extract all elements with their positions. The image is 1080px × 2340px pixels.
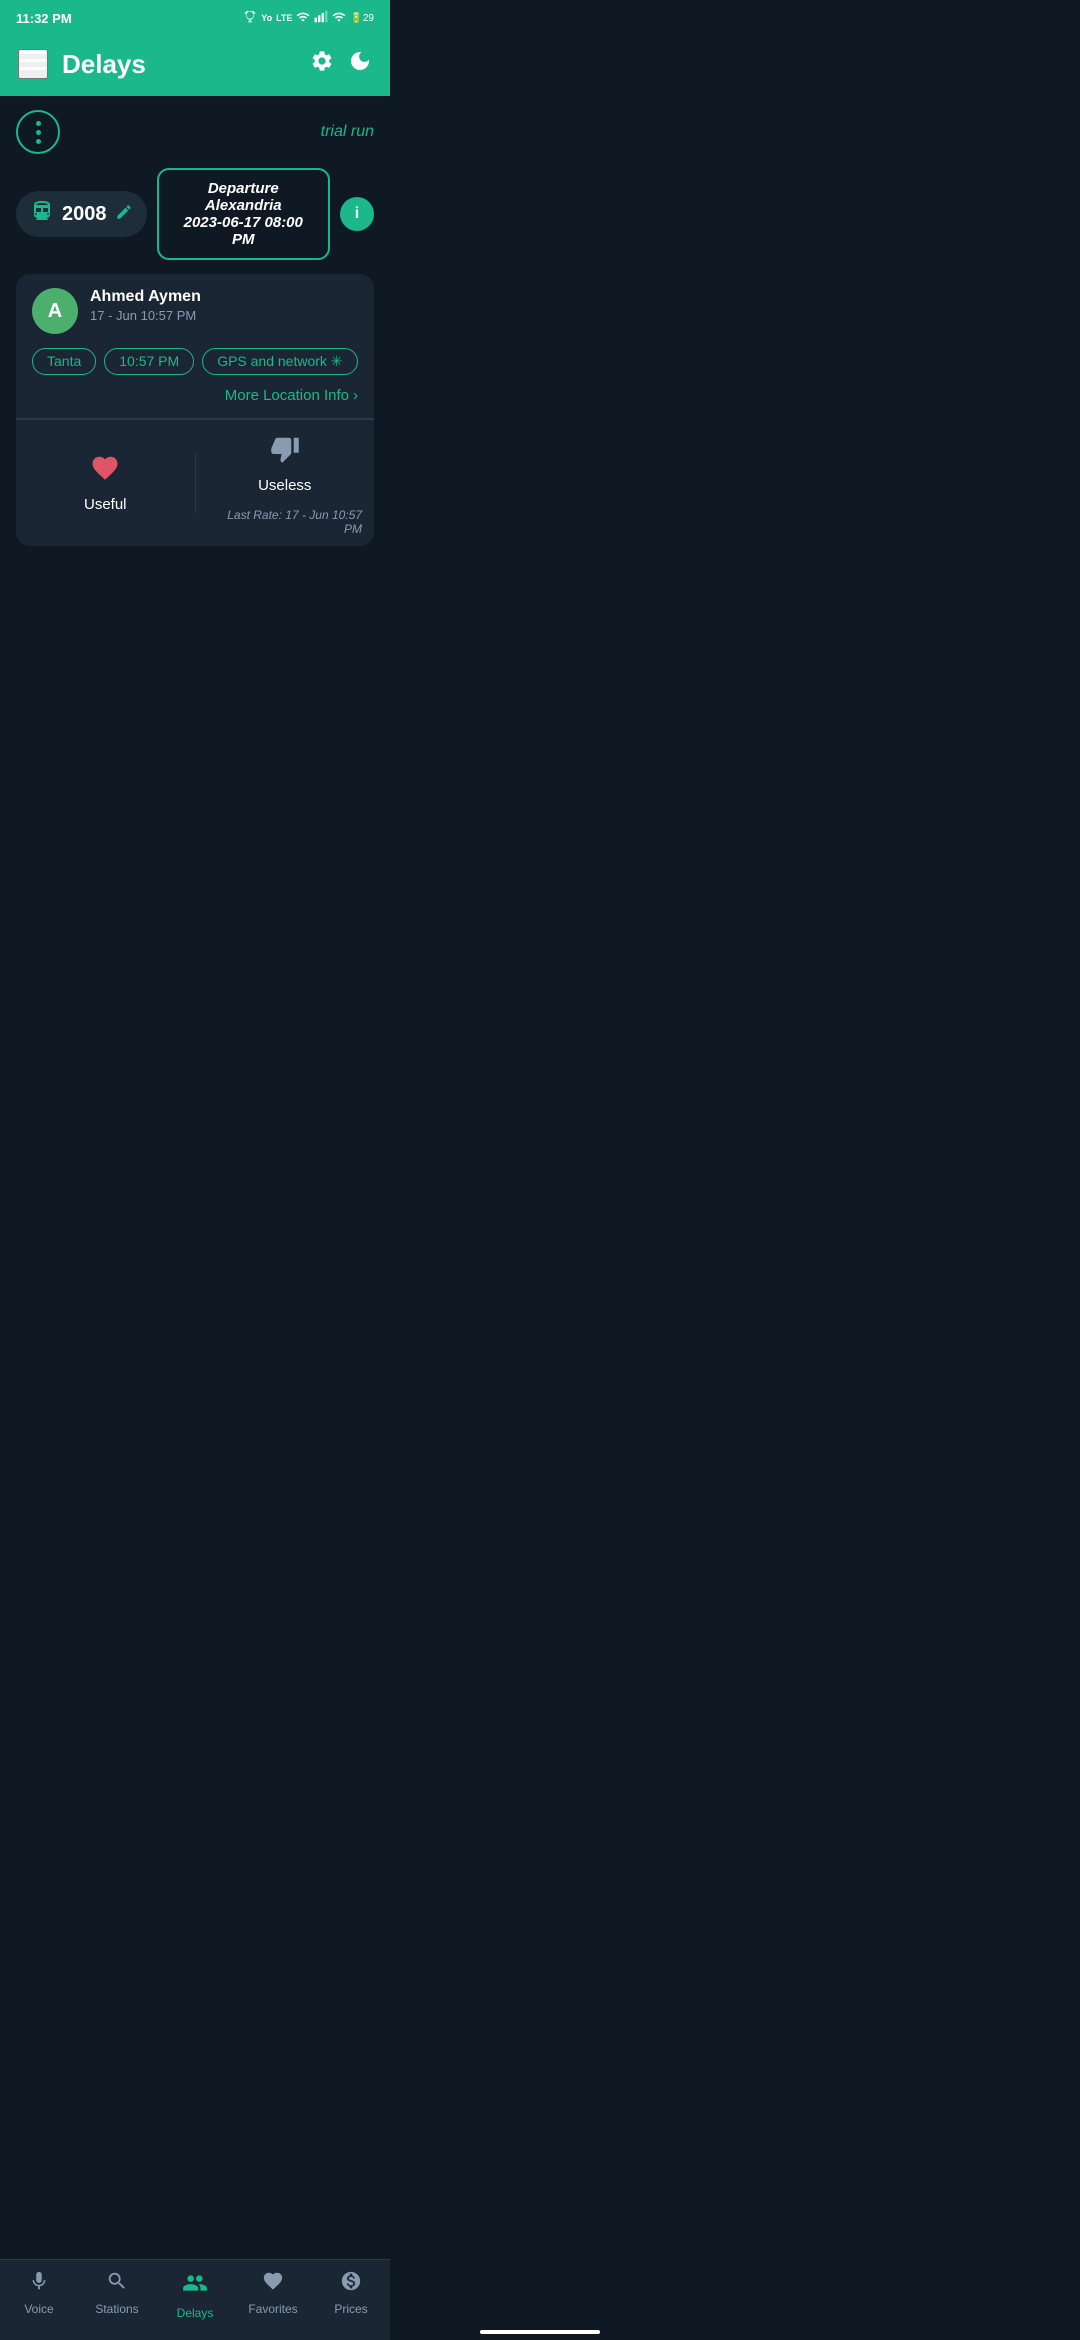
microphone-icon	[28, 2270, 50, 2298]
status-icons: Yo LTE 🔋29	[243, 10, 374, 27]
header-row: trial run	[16, 110, 374, 154]
dot-3	[36, 139, 41, 144]
info-label: i	[355, 205, 359, 223]
main-content: trial run 2008 Departure Alexandria 2023…	[0, 96, 390, 568]
status-bar: 11:32 PM Yo LTE 🔋29	[0, 0, 390, 36]
bottom-indicator	[480, 2330, 600, 2334]
nav-label-favorites: Favorites	[248, 2302, 297, 2316]
wifi-icon	[332, 10, 346, 27]
nav-item-favorites[interactable]: Favorites	[243, 2270, 303, 2320]
gps-tag: GPS and network ✳	[202, 348, 357, 375]
report-username: Ahmed Aymen	[90, 288, 358, 306]
trial-run-label: trial run	[321, 123, 374, 141]
report-timestamp: 17 - Jun 10:57 PM	[90, 308, 358, 323]
report-header: A Ahmed Aymen 17 - Jun 10:57 PM	[32, 288, 358, 334]
nav-label-prices: Prices	[334, 2302, 367, 2316]
time-tag: 10:57 PM	[104, 348, 194, 375]
prices-icon	[340, 2270, 362, 2298]
train-icon	[30, 199, 54, 229]
heart-icon	[89, 453, 121, 490]
train-number: 2008	[62, 203, 107, 226]
alarm-icon	[243, 10, 257, 27]
bottom-nav: Voice Stations Delays Favorites Prices	[0, 2259, 390, 2340]
settings-button[interactable]	[310, 49, 334, 79]
status-time: 11:32 PM	[16, 11, 72, 26]
more-location-info[interactable]: More Location Info ›	[32, 387, 358, 404]
thumbs-down-icon	[270, 434, 300, 471]
info-button[interactable]: i	[340, 197, 374, 231]
useful-button[interactable]: Useful	[16, 439, 195, 527]
useless-section: Useless Last Rate: 17 - Jun 10:57 PM	[196, 420, 375, 546]
nav-item-delays[interactable]: Delays	[165, 2270, 225, 2320]
battery-icon: 🔋29	[350, 13, 374, 24]
dot-2	[36, 130, 41, 135]
signal1-icon	[296, 10, 310, 27]
nav-item-prices[interactable]: Prices	[321, 2270, 381, 2320]
useful-label: Useful	[84, 496, 127, 513]
nav-item-voice[interactable]: Voice	[9, 2270, 69, 2320]
favorites-icon	[262, 2270, 284, 2298]
dots-menu-button[interactable]	[16, 110, 60, 154]
report-card: A Ahmed Aymen 17 - Jun 10:57 PM Tanta 10…	[16, 274, 374, 546]
avatar: A	[32, 288, 78, 334]
top-actions	[310, 49, 372, 79]
departure-title: Departure Alexandria	[173, 180, 315, 214]
gps-tag-text: GPS and network ✳	[217, 353, 342, 370]
report-user-info: Ahmed Aymen 17 - Jun 10:57 PM	[90, 288, 358, 323]
dots-inner	[36, 121, 41, 144]
theme-toggle-button[interactable]	[348, 49, 372, 79]
signal2-icon	[314, 10, 328, 27]
dot-1	[36, 121, 41, 126]
nav-label-voice: Voice	[24, 2302, 53, 2316]
train-selector-row: 2008 Departure Alexandria 2023-06-17 08:…	[16, 168, 374, 260]
train-number-pill[interactable]: 2008	[16, 191, 147, 237]
nav-item-stations[interactable]: Stations	[87, 2270, 147, 2320]
useless-label: Useless	[258, 477, 311, 494]
chevron-right-icon: ›	[353, 387, 358, 404]
yo-icon: Yo	[261, 13, 272, 23]
report-content: A Ahmed Aymen 17 - Jun 10:57 PM Tanta 10…	[16, 274, 374, 418]
nav-label-stations: Stations	[95, 2302, 138, 2316]
departure-box: Departure Alexandria 2023-06-17 08:00 PM	[157, 168, 331, 260]
lte-icon: LTE	[276, 13, 292, 23]
last-rate: Last Rate: 17 - Jun 10:57 PM	[196, 508, 375, 546]
menu-button[interactable]	[18, 49, 48, 79]
useless-button[interactable]: Useless	[258, 420, 311, 508]
report-tags: Tanta 10:57 PM GPS and network ✳	[32, 348, 358, 375]
page-title: Delays	[62, 49, 310, 80]
nav-label-delays: Delays	[177, 2306, 214, 2320]
search-icon	[106, 2270, 128, 2298]
location-tag: Tanta	[32, 348, 96, 375]
edit-icon[interactable]	[115, 203, 133, 226]
top-bar: Delays	[0, 36, 390, 96]
more-location-text: More Location Info	[225, 387, 349, 404]
rating-section: Useful Useless Last Rate: 17 - Jun 10:57…	[16, 419, 374, 546]
delays-icon	[182, 2270, 208, 2302]
departure-date: 2023-06-17 08:00 PM	[173, 214, 315, 248]
